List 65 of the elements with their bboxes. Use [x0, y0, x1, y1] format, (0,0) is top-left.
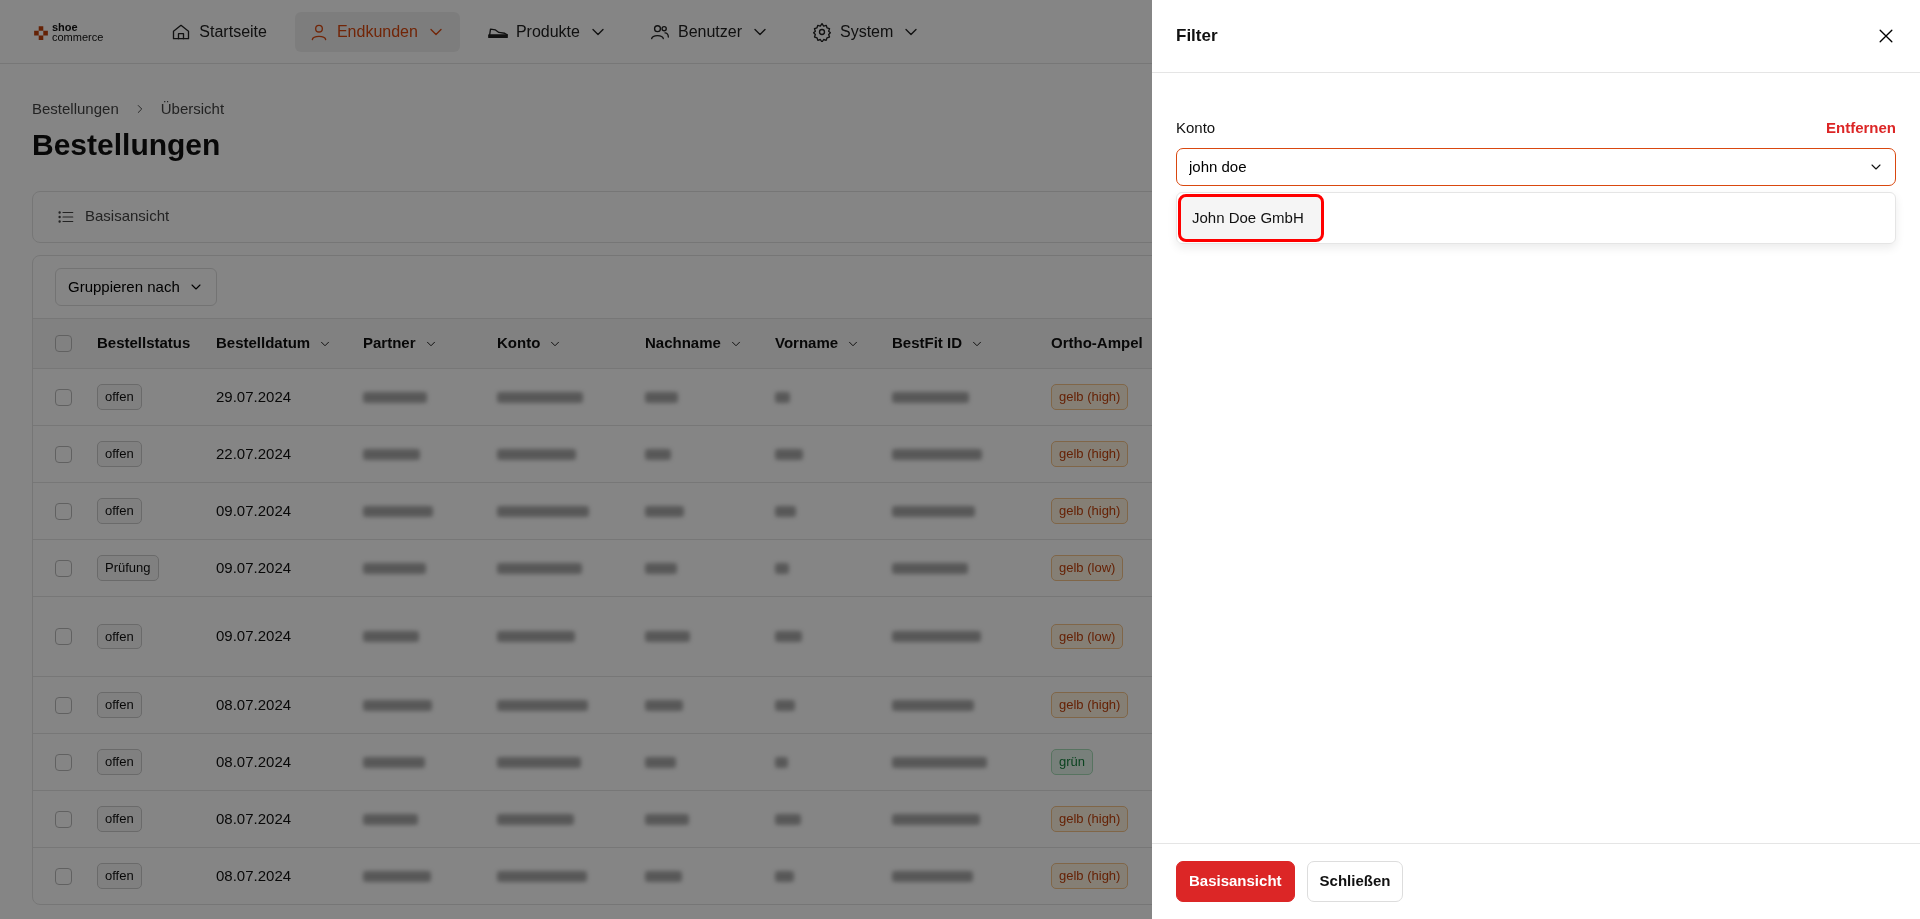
close-panel-button[interactable]: Schließen [1306, 861, 1404, 902]
row-checkbox[interactable] [55, 696, 72, 714]
column-header[interactable]: Partner [363, 332, 438, 355]
traffic-light-tag: gelb (low) [1051, 623, 1124, 650]
column-header[interactable]: BestFit ID [892, 332, 984, 355]
status-tag: offen [97, 863, 142, 889]
primary-button[interactable]: Basisansicht [1176, 861, 1295, 902]
date-text: 09.07.2024 [216, 557, 292, 578]
column-header[interactable]: Nachname [645, 332, 743, 355]
status-tag: offen [97, 498, 142, 524]
dropdown-option[interactable]: John Doe GmbH [1181, 196, 1321, 239]
breadcrumb-link[interactable]: Bestellungen [32, 98, 119, 121]
panel-title: Filter [1176, 25, 1218, 48]
nav-item[interactable]: Benutzer [635, 11, 784, 52]
row-checkbox[interactable] [55, 559, 72, 577]
column-header[interactable]: Bestellstatus [97, 332, 191, 355]
logo-icon [34, 23, 48, 40]
settings-icon [812, 21, 832, 42]
traffic-light-tag: gelb (high) [1051, 692, 1129, 718]
status-tag: offen [97, 623, 142, 650]
breadcrumb-current: Übersicht [160, 99, 225, 119]
traffic-light-tag: gelb (high) [1051, 441, 1129, 467]
date-text: 09.07.2024 [216, 500, 292, 521]
date-text: 08.07.2024 [216, 694, 292, 715]
row-checkbox[interactable] [55, 753, 72, 771]
remove-link[interactable]: Entfernen [1826, 117, 1896, 140]
date-text: 08.07.2024 [216, 865, 292, 886]
traffic-light-tag: gelb (high) [1051, 806, 1129, 832]
row-checkbox[interactable] [55, 628, 72, 645]
nav-item[interactable]: System [798, 11, 936, 52]
date-text: 29.07.2024 [216, 386, 292, 407]
status-tag: offen [97, 384, 142, 410]
traffic-light-tag: gelb (high) [1051, 498, 1129, 524]
nav-item[interactable]: Produkte [473, 11, 622, 52]
row-checkbox[interactable] [55, 445, 72, 463]
select-all-checkbox[interactable] [55, 335, 72, 352]
field-label: Konto [1176, 118, 1216, 138]
traffic-light-tag: gelb (high) [1051, 384, 1129, 410]
row-checkbox[interactable] [55, 810, 72, 828]
logo-text: shoe commerce [52, 21, 104, 42]
column-header[interactable]: Bestelldatum [216, 332, 333, 355]
date-text: 22.07.2024 [216, 443, 292, 464]
view-label: Basisansicht [85, 206, 170, 227]
traffic-light-tag: gelb (high) [1051, 863, 1129, 889]
column-header[interactable]: Konto [497, 332, 563, 355]
date-text: 09.07.2024 [216, 626, 292, 647]
status-tag: offen [97, 749, 142, 775]
account-combobox[interactable]: john doe [1176, 147, 1896, 186]
nav-item[interactable]: Endkunden [294, 11, 460, 52]
status-tag: offen [97, 441, 142, 467]
row-checkbox[interactable] [55, 867, 72, 885]
status-tag: offen [97, 806, 142, 832]
row-checkbox[interactable] [55, 502, 72, 520]
date-text: 08.07.2024 [216, 751, 292, 772]
row-checkbox[interactable] [55, 388, 72, 406]
column-header[interactable]: Vorname [775, 332, 861, 355]
traffic-light-tag: gelb (low) [1051, 555, 1124, 581]
group-by-button[interactable]: Gruppieren nach [55, 267, 217, 306]
status-tag: Prüfung [97, 555, 159, 581]
nav-item[interactable]: Startseite [157, 11, 281, 52]
status-tag: offen [97, 692, 142, 718]
page-title: Bestellungen [32, 126, 221, 163]
traffic-light-tag: grün [1051, 749, 1094, 775]
date-text: 08.07.2024 [216, 808, 292, 829]
column-header[interactable]: Ortho-Ampel [1051, 332, 1143, 355]
